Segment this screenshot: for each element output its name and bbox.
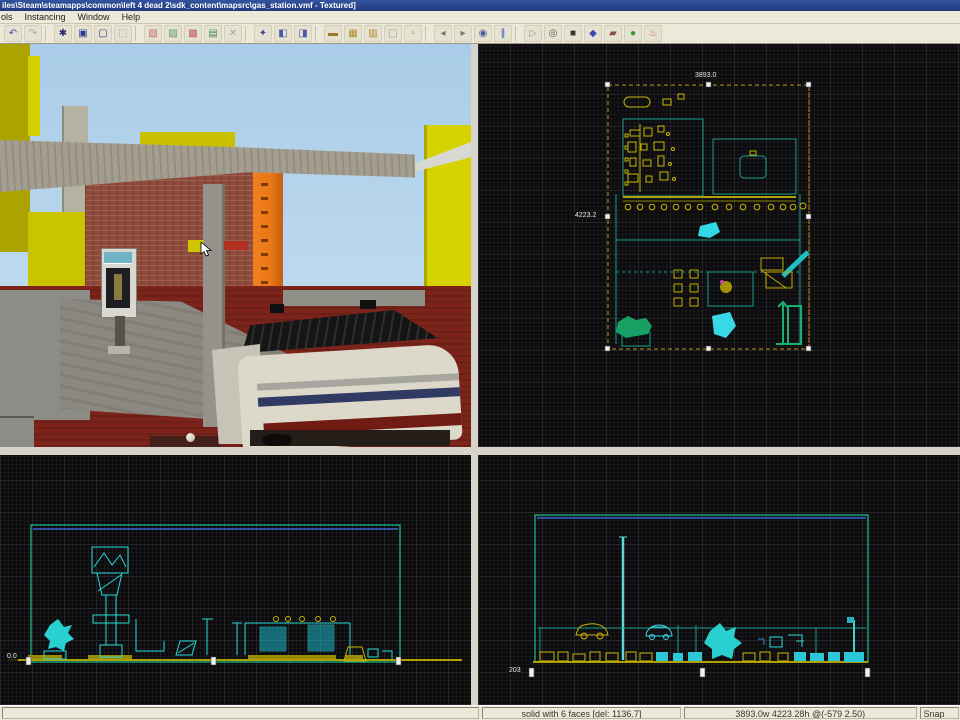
viewport-2d-front[interactable]: 0.0 <box>0 455 471 705</box>
payphone-base <box>108 346 130 354</box>
selection-height-label: 4223.2 <box>574 212 597 220</box>
toolbar-icon-overlay-tool[interactable]: ▰ <box>604 25 622 42</box>
menu-item-instancing[interactable]: Instancing <box>19 11 72 23</box>
side-view-drawing <box>478 455 960 705</box>
menu-item-ols[interactable]: ols <box>0 11 19 23</box>
toolbar-icon-quick-hide-cancel[interactable]: ✕ <box>224 25 242 42</box>
wireframe-sign-tower <box>92 547 129 657</box>
status-selection-size: 3893.0w 4223.28h @(-579 2.50) <box>684 707 917 719</box>
toolbar-icon-texture-application[interactable]: ■ <box>564 25 582 42</box>
menu-item-window[interactable]: Window <box>72 11 116 23</box>
payphone-body <box>106 268 130 308</box>
selection-outline <box>31 525 400 662</box>
toolbar-icon-select-mode[interactable]: ⬚ <box>114 25 132 42</box>
toolbar-icon-prev-camera[interactable]: ◂ <box>434 25 452 42</box>
viewport-3d[interactable] <box>0 44 471 447</box>
toolbar-icon-pause-updates[interactable]: ∥ <box>494 25 512 42</box>
toolbar-separator <box>135 26 141 41</box>
wireframe-building-row <box>245 617 350 656</box>
toolbar-icon-next-camera[interactable]: ▸ <box>454 25 472 42</box>
toolbar-icon-hide-selected[interactable]: ▧ <box>144 25 162 42</box>
selection-outline <box>608 85 809 349</box>
toolbar-icon-quick-hide[interactable]: ▤ <box>204 25 222 42</box>
wireframe-yellow-car <box>576 624 608 639</box>
selection-handles[interactable] <box>529 668 870 677</box>
toolbar-icon-run-map[interactable]: ▷ <box>524 25 542 42</box>
menu-item-help[interactable]: Help <box>116 11 147 23</box>
toolbar-icon-tie-to-entity[interactable]: ▥ <box>364 25 382 42</box>
truck-wheel <box>262 434 292 446</box>
wireframe-antenna <box>619 537 627 660</box>
mouse-cursor <box>200 242 214 258</box>
toolbar-icon-camera[interactable]: ◉ <box>474 25 492 42</box>
payphone <box>101 248 137 358</box>
toolbar-icon-toggle-group-ignore[interactable]: ✱ <box>54 25 72 42</box>
garbage-truck <box>210 302 471 447</box>
toolbar-icon-sound-browser[interactable]: ● <box>624 25 642 42</box>
menu-bar: olsInstancingWindowHelp <box>0 11 960 24</box>
toolbar-icon-show-hidden[interactable]: ▩ <box>184 25 202 42</box>
status-bar: solid with 6 faces [del: 1136.7] 3893.0w… <box>0 705 960 720</box>
ground-line <box>8 655 462 660</box>
truck-hinge-left <box>270 304 284 313</box>
selection-outline <box>535 515 868 662</box>
payphone-sign <box>104 252 132 264</box>
toolbar-separator <box>515 26 521 41</box>
wireframe-low-walls <box>136 619 242 655</box>
sign-red <box>224 241 248 250</box>
truck-stripe-navy <box>257 387 462 406</box>
toolbar-icon-undo[interactable]: ↶ <box>4 25 22 42</box>
toolbar-icon-group[interactable]: ▣ <box>74 25 92 42</box>
wireframe-props <box>616 222 808 346</box>
toolbar-separator <box>315 26 321 41</box>
selection-width-label: 3893.0 <box>694 72 717 80</box>
selection-handles[interactable] <box>605 82 811 351</box>
viewport-workspace: 3893.0 4223.2 <box>0 44 960 705</box>
top-view-drawing <box>478 44 960 447</box>
payphone-handset <box>114 274 122 300</box>
toolbar-icon-cordon-bounds[interactable]: ⬚ <box>384 25 402 42</box>
toolbar-icon-apply-current-texture[interactable]: ◆ <box>584 25 602 42</box>
toolbar-separator <box>45 26 51 41</box>
wireframe-tree <box>44 619 74 659</box>
viewport-2d-side[interactable]: 203 <box>478 455 960 705</box>
toolbar-icon-flip-horizontal[interactable]: ◧ <box>274 25 292 42</box>
store-interior-fixtures <box>624 94 684 192</box>
toolbar: ↶↷✱▣▢⬚▧▨▩▤✕✦◧◨▬▦▥⬚▫◂▸◉∥▷◎■◆▰●♨ <box>0 24 960 44</box>
status-snap: Snap <box>920 707 959 719</box>
viewport-2d-top[interactable]: 3893.0 4223.2 <box>478 44 960 447</box>
wireframe-right-bits <box>758 635 804 647</box>
origin-label: 0.0 <box>6 653 18 661</box>
wireframe-cyan-car <box>646 625 672 640</box>
wireframe-canopy <box>623 139 806 210</box>
toolbar-icon-flip-vertical[interactable]: ◨ <box>294 25 312 42</box>
toolbar-icon-cordon-edit[interactable]: ▫ <box>404 25 422 42</box>
origin-label: 203 <box>508 667 522 675</box>
toolbar-icon-hide-unselected[interactable]: ▨ <box>164 25 182 42</box>
truck-hinge-right <box>360 300 376 309</box>
building-yellow-left-edge <box>28 56 40 136</box>
status-selection-info: solid with 6 faces [del: 1136.7] <box>482 707 681 719</box>
status-hint <box>2 707 479 719</box>
toolbar-separator <box>425 26 431 41</box>
toolbar-icon-compile-settings[interactable]: ◎ <box>544 25 562 42</box>
front-view-drawing <box>0 455 471 705</box>
window-title: iles\Steam\steamapps\common\left 4 dead … <box>2 1 356 10</box>
toolbar-icon-foliage-tool[interactable]: ♨ <box>644 25 662 42</box>
title-bar: iles\Steam\steamapps\common\left 4 dead … <box>0 0 960 11</box>
white-sphere <box>186 433 195 442</box>
payphone-pedestal <box>115 316 125 348</box>
ground-strip <box>533 652 868 662</box>
toolbar-icon-ungroup[interactable]: ▢ <box>94 25 112 42</box>
toolbar-separator <box>245 26 251 41</box>
building-yellow-lower <box>28 212 86 290</box>
debris-gray <box>0 416 34 447</box>
toolbar-icon-carve[interactable]: ▬ <box>324 25 342 42</box>
toolbar-icon-make-hollow[interactable]: ▦ <box>344 25 362 42</box>
toolbar-icon-vertex-tool[interactable]: ✦ <box>254 25 272 42</box>
toolbar-icon-redo[interactable]: ↷ <box>24 25 42 42</box>
